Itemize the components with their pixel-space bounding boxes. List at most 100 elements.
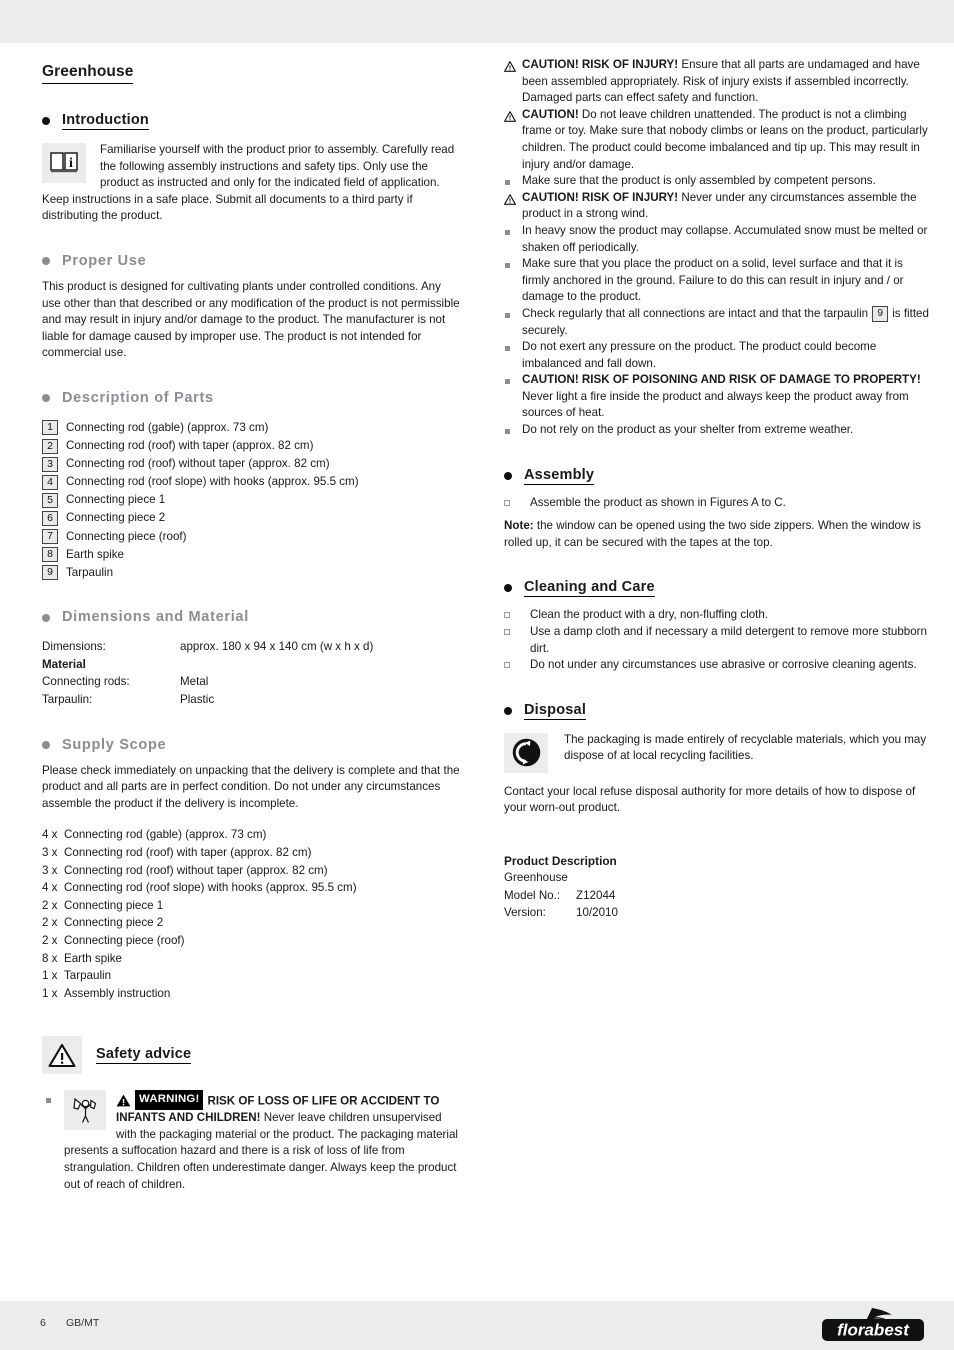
- dimensions-table: Dimensions: approx. 180 x 94 x 140 cm (w …: [42, 638, 462, 708]
- dimensions-row: Material: [42, 656, 462, 674]
- heading-dimensions-and-material: Dimensions and Material: [62, 609, 249, 626]
- assembly-note-text: the window can be opened using the two s…: [504, 519, 921, 549]
- supply-scope-intro: Please check immediately on unpacking th…: [42, 763, 460, 810]
- caution-body-text: Make sure that the product is only assem…: [522, 174, 876, 188]
- supply-quantity: 2 x: [42, 898, 58, 912]
- florabest-logo-svg: florabest: [822, 1308, 924, 1341]
- caution-square-marker: [504, 223, 522, 256]
- caution-list: CAUTION! RISK OF INJURY! Ensure that all…: [504, 57, 930, 439]
- supply-row: 3 x Connecting rod (roof) with taper (app…: [42, 844, 462, 862]
- part-number-box: 5: [42, 492, 58, 508]
- caution-text: Do not exert any pressure on the product…: [522, 339, 930, 372]
- heading-cleaning-and-care: Cleaning and Care: [524, 579, 655, 598]
- product-description-heading: Product Description: [504, 854, 617, 868]
- caution-text: Make sure that you place the product on …: [522, 256, 930, 306]
- part-number-box: 7: [42, 529, 58, 544]
- supply-row: 2 x Connecting piece 1: [42, 897, 462, 915]
- supply-quantity: 1 x: [42, 986, 58, 1000]
- list-item-text: Use a damp cloth and if necessary a mild…: [530, 625, 927, 655]
- part-row: 8 Earth spike: [42, 546, 462, 564]
- product-description-block: Product Description Greenhouse Model No.…: [504, 853, 930, 921]
- caution-square-marker: [504, 372, 522, 422]
- heading-introduction: Introduction: [62, 112, 149, 130]
- section-heading-supply-scope: Supply Scope: [42, 737, 462, 754]
- product-description-key: Model No.:: [504, 888, 561, 902]
- assembly-list-item: Assemble the product as shown in Figures…: [504, 495, 930, 512]
- bullet-dot-icon: [42, 257, 50, 266]
- introduction-body: Familiarise yourself with the product pr…: [42, 143, 455, 223]
- dimensions-value: approx. 180 x 94 x 140 cm (w x h x d): [180, 640, 374, 654]
- part-number-box: 9: [42, 565, 58, 581]
- disposal-body: Contact your local refuse disposal autho…: [504, 784, 916, 815]
- dimensions-value: Plastic: [180, 693, 215, 707]
- hollow-square-bullet-icon: [504, 495, 530, 512]
- section-heading-assembly: Assembly: [504, 467, 930, 485]
- supply-quantity: 3 x: [42, 846, 58, 860]
- caution-square-marker: [504, 173, 522, 190]
- caution-text: CAUTION! RISK OF INJURY! Never under any…: [522, 190, 930, 223]
- dimensions-key: Dimensions:: [42, 640, 106, 654]
- hollow-square-bullet-icon: [504, 657, 530, 674]
- supply-label: Connecting rod (gable) (approx. 73 cm): [64, 828, 267, 842]
- supply-row: 1 x Assembly instruction: [42, 985, 462, 1003]
- cleaning-list: Clean the product with a dry, non-fluffi…: [504, 607, 930, 673]
- parts-list: 1 Connecting rod (gable) (approx. 73 cm) 2…: [42, 419, 462, 581]
- caution-text: Make sure that the product is only assem…: [522, 173, 930, 190]
- two-column-layout: Greenhouse Introduction i Familiarise yo…: [0, 43, 954, 1193]
- caution-square-marker: [504, 339, 522, 372]
- bullet-dot-icon: [42, 394, 50, 403]
- product-description-row: Model No.: Z12044: [504, 887, 930, 904]
- section-heading-introduction: Introduction: [42, 112, 462, 130]
- section-heading-cleaning-and-care: Cleaning and Care: [504, 579, 930, 598]
- part-label: Connecting piece (roof): [66, 529, 187, 543]
- part-row: 5 Connecting piece 1: [42, 491, 462, 509]
- dimensions-row: Tarpaulin: Plastic: [42, 691, 462, 709]
- supply-quantity: 2 x: [42, 934, 58, 947]
- caution-square-marker: [504, 256, 522, 306]
- supply-quantity: 3 x: [42, 863, 58, 877]
- part-row: 4 Connecting rod (roof slope) with hooks …: [42, 473, 462, 491]
- caution-bold-lead: CAUTION!: [522, 107, 579, 121]
- cleaning-list-item: Use a damp cloth and if necessary a mild…: [504, 624, 930, 657]
- florabest-logo: florabest: [820, 1308, 926, 1342]
- assembly-note-label: Note:: [504, 519, 534, 533]
- caution-text: CAUTION! RISK OF INJURY! Ensure that all…: [522, 57, 930, 107]
- supply-label: Earth spike: [64, 951, 122, 965]
- supply-label: Connecting piece (roof): [64, 934, 185, 947]
- part-number-box: 4: [42, 474, 58, 490]
- caution-item: Make sure that the product is only assem…: [504, 173, 930, 190]
- product-description-value: Z12044: [576, 888, 616, 902]
- supply-label: Connecting rod (roof) without taper (app…: [64, 863, 328, 877]
- caution-bold-lead: CAUTION! RISK OF INJURY!: [522, 190, 679, 204]
- part-row: 9 Tarpaulin: [42, 564, 462, 582]
- caution-body-text: In heavy snow the product may collapse. …: [522, 223, 928, 254]
- supply-row: 3 x Connecting rod (roof) without taper (…: [42, 862, 462, 880]
- part-label: Connecting rod (roof) with taper (approx…: [66, 439, 314, 453]
- page-number: 6: [40, 1317, 46, 1329]
- supply-label: Assembly instruction: [64, 986, 171, 1000]
- part-row: 6 Connecting piece 2: [42, 509, 462, 527]
- caution-item: Do not exert any pressure on the product…: [504, 339, 930, 372]
- heading-assembly: Assembly: [524, 466, 595, 485]
- supply-row: 4 x Connecting rod (roof slope) with hook…: [42, 879, 462, 897]
- supply-scope-list: 4 x Connecting rod (gable) (approx. 73 cm…: [42, 826, 462, 1002]
- bullet-dot-icon: [504, 584, 513, 593]
- caution-text: In heavy snow the product may collapse. …: [522, 223, 930, 256]
- heading-description-of-parts: Description of Parts: [62, 389, 214, 406]
- disposal-block: The packaging is made entirely of recycl…: [504, 732, 930, 775]
- warning-word: WARNING!: [135, 1090, 204, 1110]
- supply-row: 1 x Tarpaulin: [42, 967, 462, 985]
- assembly-list: Assemble the product as shown in Figures…: [504, 495, 930, 512]
- square-bullet-icon: [505, 180, 511, 186]
- hollow-square-bullet-icon: [504, 607, 530, 624]
- caution-triangle-icon: [504, 61, 516, 72]
- footer: 6 GB/MT florabest: [0, 1301, 954, 1350]
- page-locale: GB/MT: [66, 1317, 100, 1329]
- caution-item: Make sure that you place the product on …: [504, 256, 930, 306]
- bullet-dot-icon: [42, 613, 50, 622]
- caution-bold-lead: CAUTION! RISK OF INJURY!: [522, 58, 679, 71]
- heading-disposal: Disposal: [524, 701, 587, 720]
- caution-body-text: Make sure that you place the product on …: [522, 257, 904, 304]
- green-dot-recycling-icon: [504, 732, 549, 773]
- part-number-box: 6: [42, 510, 58, 526]
